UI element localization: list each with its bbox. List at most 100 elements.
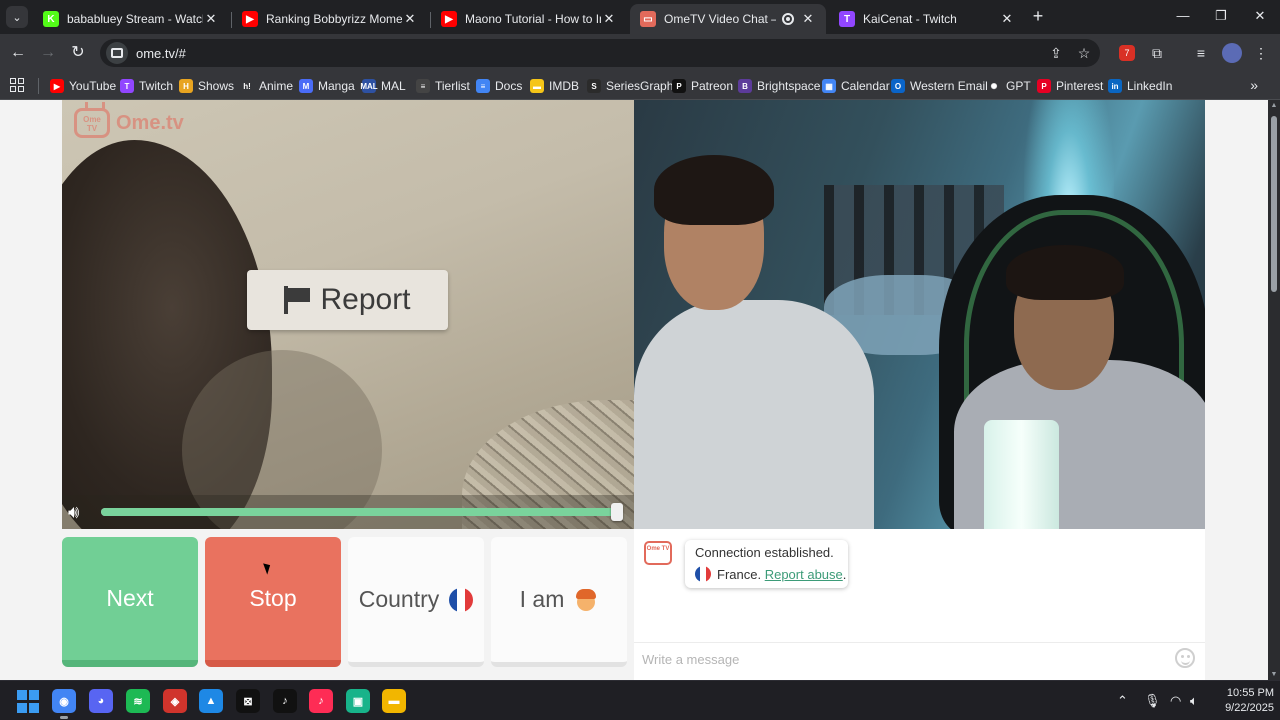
close-tab-icon[interactable]: ✕ [203, 11, 219, 27]
browser-tab[interactable]: ▶ Ranking Bobbyrizz Moments - YouTube✕ [232, 4, 428, 34]
close-tab-icon[interactable]: ✕ [999, 11, 1015, 27]
profile-avatar[interactable] [1222, 43, 1242, 63]
calendar-icon: ▦ [822, 79, 836, 93]
partner-video [634, 100, 1205, 529]
microphone-icon[interactable]: 🎙︎ [1144, 693, 1161, 709]
next-button[interactable]: Next [62, 537, 198, 667]
message-input[interactable] [642, 649, 1162, 669]
bookmarks-bar: ▶ YouTube T Twitch H Shows h! Anime M Manga MAL MAL… [0, 72, 1280, 100]
tray-overflow-icon[interactable]: ⌃ [1117, 693, 1128, 709]
stop-label: Stop [249, 585, 297, 611]
country-button[interactable]: Country [348, 537, 484, 667]
volume-tray-icon[interactable]: 🔈︎ [1190, 693, 1198, 709]
chrome-icon[interactable]: ◉ [52, 689, 76, 719]
apps-grid-icon[interactable] [10, 78, 24, 92]
volume-handle[interactable] [611, 503, 623, 521]
scroll-down-arrow-icon[interactable]: ▼ [1270, 671, 1278, 678]
gender-button[interactable]: I am [491, 537, 627, 667]
tab-strip: ⌄ Kbababluey Stream - Watch Live✕▶Rankin… [0, 0, 1280, 34]
install-app-icon[interactable]: ⇪ [1046, 43, 1066, 63]
ometv-logo-text: Ome.tv [116, 111, 184, 134]
bookmark-item[interactable]: S SeriesGraph [587, 76, 673, 96]
red-app-icon[interactable]: ◈ [163, 689, 187, 713]
close-tab-icon[interactable]: ✕ [402, 11, 418, 27]
speaker-icon[interactable]: 🔊︎ [68, 502, 94, 522]
forward-button[interactable]: → [37, 42, 59, 64]
bookmark-item[interactable]: MAL MAL [360, 76, 406, 96]
message-composer [634, 642, 1205, 673]
close-tab-icon[interactable]: ✕ [601, 11, 617, 27]
bookmark-item[interactable]: ▦ Calendar [822, 76, 890, 96]
browser-tab[interactable]: ▭ OmeTV Video Chat — Ome ✕ [630, 4, 826, 34]
discord-icon[interactable]: ◕ [89, 689, 113, 713]
bookmark-item[interactable]: H Shows [179, 76, 234, 96]
wifi-icon[interactable]: ◠ [1170, 693, 1181, 709]
windows-start-icon[interactable] [16, 689, 40, 713]
address-bar[interactable]: ome.tv/# ⇪ ☆ [100, 39, 1100, 67]
chatgpt-icon: ✺ [987, 79, 1001, 93]
close-tab-icon[interactable]: ✕ [800, 11, 816, 27]
stop-button[interactable]: Stop [205, 537, 341, 667]
bookmark-item[interactable]: B Brightspace [738, 76, 820, 96]
browser-tab[interactable]: Kbababluey Stream - Watch Live✕ [33, 4, 229, 34]
bookmark-item[interactable]: in LinkedIn [1108, 76, 1172, 96]
extensions-puzzle-icon[interactable]: ⧉ [1147, 43, 1167, 63]
restore-button[interactable]: ❐ [1210, 6, 1232, 26]
emoji-icon[interactable] [1175, 648, 1195, 668]
reload-button[interactable]: ↻ [67, 42, 89, 64]
bookmark-item[interactable]: M Manga [299, 76, 355, 96]
browser-tab[interactable]: ▶ Maono Tutorial - How to Install✕ [431, 4, 627, 34]
bookmark-item[interactable]: O Western Email [891, 76, 988, 96]
bookmark-item[interactable]: ▶ YouTube [50, 76, 116, 96]
more-bookmarks-icon[interactable]: » [1250, 77, 1258, 93]
tiktok-icon[interactable]: ♪ [273, 689, 297, 713]
system-message: Connection established. France. Report a… [685, 540, 848, 588]
bookmark-item[interactable]: ≡ Tierlist [416, 76, 470, 96]
capcut-icon[interactable]: ⊠ [236, 689, 260, 713]
close-window-button[interactable]: ✕ [1249, 6, 1271, 26]
page-scrollbar[interactable]: ▲ ▼ [1268, 100, 1280, 680]
volume-slider[interactable] [101, 503, 623, 521]
partner-person-1-hair [654, 155, 774, 225]
app-teal-icon[interactable]: ▣ [346, 689, 370, 713]
bookmark-label: Anime [259, 79, 294, 93]
new-tab-button[interactable]: + [1028, 6, 1048, 26]
bookmark-star-icon[interactable]: ☆ [1074, 43, 1094, 63]
system-clock[interactable]: 10:55 PM 9/22/2025 [1214, 686, 1274, 716]
partner-person-2-hair [1006, 245, 1124, 300]
report-abuse-link[interactable]: Report abuse [765, 567, 843, 582]
twitch-icon: T [839, 11, 855, 27]
spotify-icon[interactable]: ≋ [126, 689, 150, 713]
bookmark-item[interactable]: ▬ IMDB [530, 76, 579, 96]
bookmark-item[interactable]: P Patreon [672, 76, 733, 96]
youtube-icon: ▶ [441, 11, 457, 27]
url-text[interactable]: ome.tv/# [136, 46, 186, 61]
report-button[interactable]: Report [247, 270, 448, 330]
bookmark-label: Tierlist [435, 79, 470, 93]
back-button[interactable]: ← [7, 42, 29, 64]
volume-fill [101, 508, 617, 516]
file-explorer-icon[interactable]: ▬ [382, 689, 406, 713]
self-video: Ome TV Ome.tv Report 🔊︎ [62, 100, 634, 529]
blue-app-icon[interactable]: ▲ [199, 689, 223, 713]
bookmark-item[interactable]: h! Anime [240, 76, 293, 96]
scroll-up-arrow-icon[interactable]: ▲ [1270, 102, 1278, 109]
extension-badge-icon[interactable]: 7 [1119, 45, 1135, 61]
bookmark-label: Western Email [910, 79, 988, 93]
browser-tab[interactable]: T KaiCenat - Twitch ✕ [829, 4, 1025, 34]
partner-person-1-body [634, 300, 874, 529]
tab-search-button[interactable]: ⌄ [6, 6, 28, 28]
tierlist-icon: ≡ [416, 79, 430, 93]
media-control-icon[interactable]: ≡ [1191, 43, 1211, 63]
chrome-menu-icon[interactable]: ⋮ [1251, 43, 1271, 63]
bookmark-item[interactable]: P Pinterest [1037, 76, 1103, 96]
site-info-icon[interactable] [106, 42, 128, 64]
bookmark-item[interactable]: ≡ Docs [476, 76, 522, 96]
bookmark-item[interactable]: ✺ GPT [987, 76, 1031, 96]
next-label: Next [106, 585, 154, 611]
scroll-thumb[interactable] [1271, 116, 1277, 292]
bookmark-item[interactable]: T Twitch [120, 76, 173, 96]
bookmark-label: IMDB [549, 79, 579, 93]
minimize-button[interactable]: — [1172, 6, 1194, 26]
tiktok-live-icon[interactable]: ♪ [309, 689, 333, 713]
